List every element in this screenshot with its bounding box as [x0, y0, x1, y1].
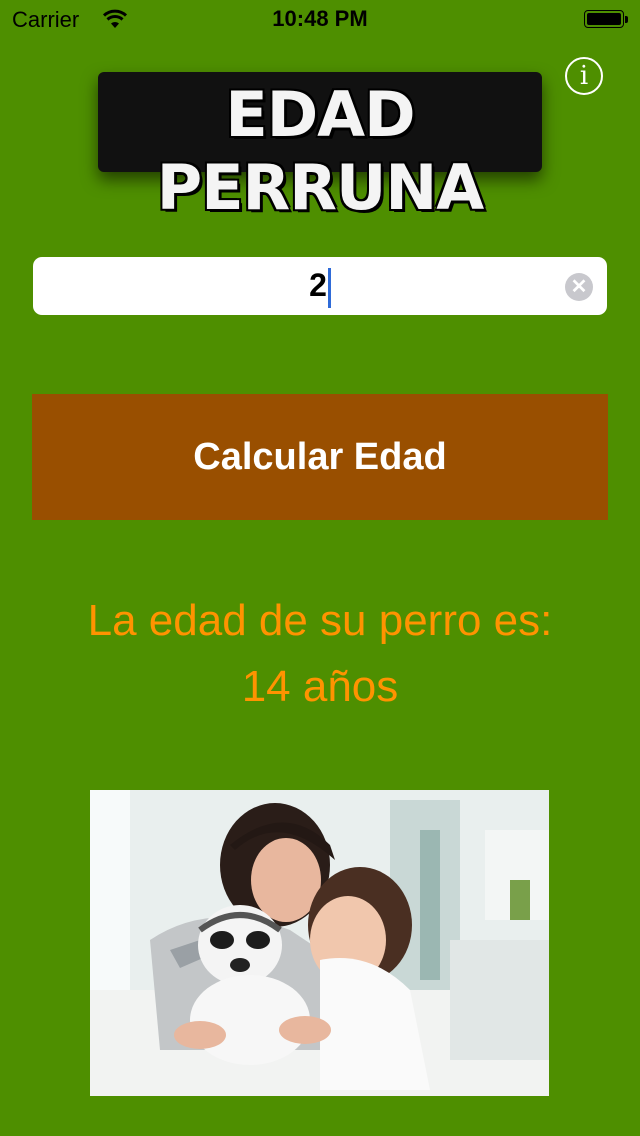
result-label: La edad de su perro es:	[87, 596, 553, 645]
clear-icon[interactable]: ✕	[565, 273, 593, 301]
battery-icon	[584, 10, 630, 30]
info-button[interactable]: i	[565, 57, 603, 95]
age-input[interactable]: 2 ✕	[33, 257, 607, 315]
text-caret	[327, 267, 331, 308]
logo-text: EDAD PERRUNA	[156, 78, 485, 224]
calculate-button[interactable]: Calcular Edad	[32, 394, 608, 520]
info-icon: i	[579, 61, 589, 91]
status-bar: Carrier 10:48 PM	[0, 0, 640, 40]
family-dog-photo	[90, 790, 549, 1096]
app-logo: EDAD PERRUNA	[88, 58, 552, 224]
result-value: 14 años	[241, 662, 399, 711]
age-input-value: 2	[309, 267, 327, 303]
status-time: 10:48 PM	[272, 6, 368, 31]
